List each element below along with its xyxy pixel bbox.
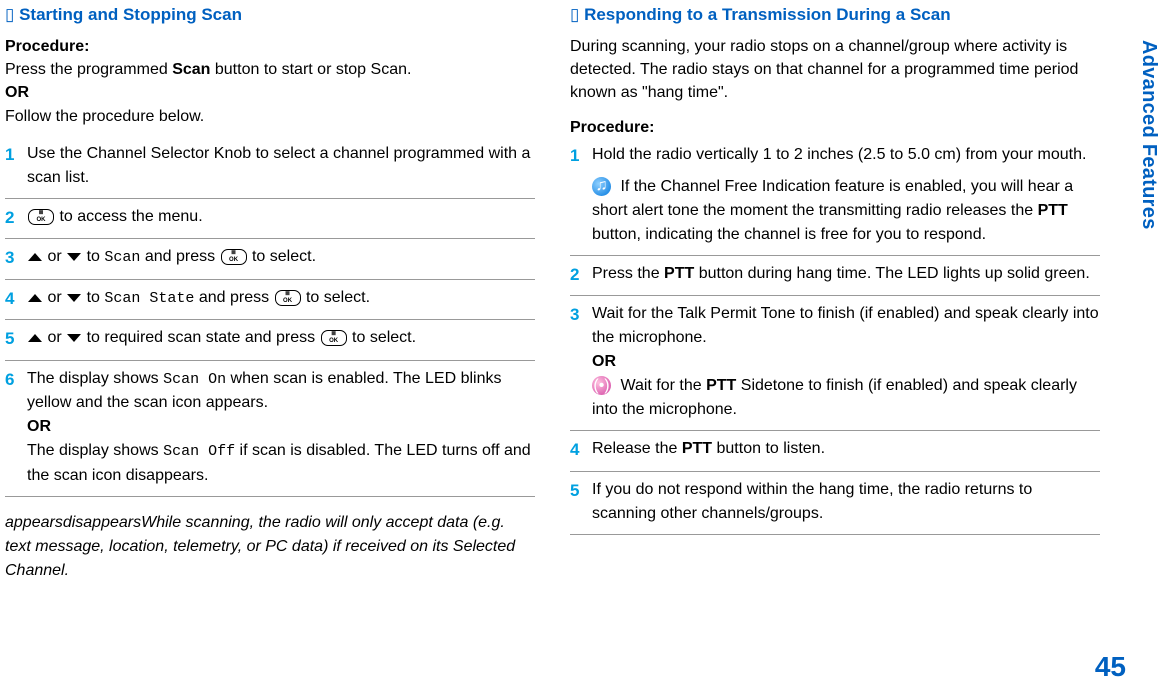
down-arrow-icon [67,334,81,342]
step-number: 3 [570,302,592,328]
right-section-title: Responding to a Transmission During a Sc… [570,5,1100,25]
step-body: ≣OK to access the menu. [27,205,535,229]
step-row: 2 ≣OK to access the menu. [5,205,535,240]
step-number: 2 [570,262,592,288]
procedure-label: Procedure: [570,119,1100,137]
step-row: 6 The display shows Scan On when scan is… [5,367,535,497]
step-number: 3 [5,245,27,271]
step-body: Hold the radio vertically 1 to 2 inches … [592,143,1100,247]
step-row: 5 or to required scan state and press ≣O… [5,326,535,361]
step-row: 1 Use the Channel Selector Knob to selec… [5,142,535,199]
step-row: 3 or to Scan and press ≣OK to select. [5,245,535,280]
up-arrow-icon [28,334,42,342]
step-body: or to Scan State and press ≣OK to select… [27,286,535,311]
step-body: or to Scan and press ≣OK to select. [27,245,535,270]
step-number: 5 [570,478,592,504]
ok-key-icon: ≣OK [321,330,347,346]
step-body: The display shows Scan On when scan is e… [27,367,535,488]
right-intro: During scanning, your radio stops on a c… [570,35,1100,105]
scan-note: appearsdisappearsWhile scanning, the rad… [5,511,535,583]
left-intro: Procedure: Press the programmed Scan but… [5,35,535,128]
up-arrow-icon [28,253,42,261]
step-row: 4 Release the PTT button to listen. [570,437,1100,472]
step-number: 1 [570,143,592,169]
step-number: 6 [5,367,27,393]
up-arrow-icon [28,294,42,302]
step-body: or to required scan state and press ≣OK … [27,326,535,350]
channel-free-icon: ♫ [592,177,611,196]
step-row: 2 Press the PTT button during hang time.… [570,262,1100,297]
sidetone-icon: ((•)) [592,376,611,395]
page-number: 45 [1095,651,1126,683]
right-column: Responding to a Transmission During a Sc… [570,5,1100,583]
step-row: 5 If you do not respond within the hang … [570,478,1100,535]
left-section-title: Starting and Stopping Scan [5,5,535,25]
sidebar-title: Advanced Features [1137,40,1160,230]
step-body: Release the PTT button to listen. [592,437,1100,461]
ok-key-icon: ≣OK [275,290,301,306]
step-number: 4 [570,437,592,463]
step-body: If you do not respond within the hang ti… [592,478,1100,526]
down-arrow-icon [67,253,81,261]
step-body: Use the Channel Selector Knob to select … [27,142,535,190]
down-arrow-icon [67,294,81,302]
step-number: 5 [5,326,27,352]
step-number: 1 [5,142,27,168]
step-row: 4 or to Scan State and press ≣OK to sele… [5,286,535,321]
ok-key-icon: ≣OK [221,249,247,265]
step-row: 3 Wait for the Talk Permit Tone to finis… [570,302,1100,431]
step-row: 1 Hold the radio vertically 1 to 2 inche… [570,143,1100,256]
step-number: 2 [5,205,27,231]
page-content: Starting and Stopping Scan Procedure: Pr… [0,0,1162,583]
step-body: Wait for the Talk Permit Tone to finish … [592,302,1100,422]
left-column: Starting and Stopping Scan Procedure: Pr… [5,5,535,583]
procedure-label: Procedure: [5,38,89,55]
step-body: Press the PTT button during hang time. T… [592,262,1100,286]
step-number: 4 [5,286,27,312]
ok-key-icon: ≣OK [28,209,54,225]
